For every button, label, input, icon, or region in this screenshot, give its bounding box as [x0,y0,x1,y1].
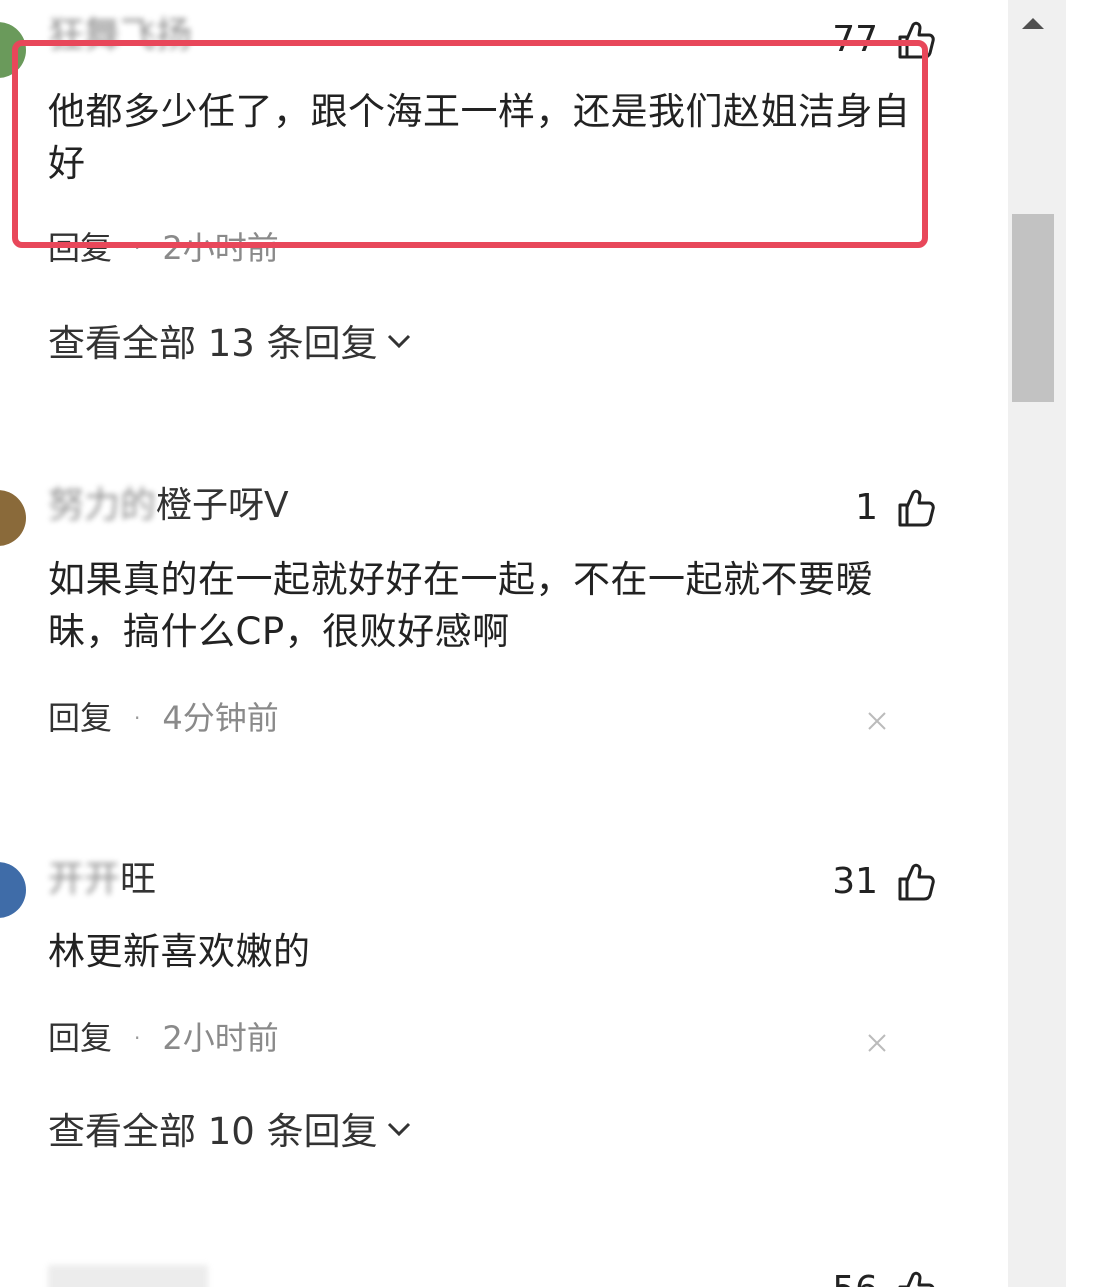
avatar[interactable] [0,490,26,546]
scrollbar-thumb[interactable] [1012,214,1054,402]
username[interactable] [48,1262,208,1287]
separator: · [134,236,141,260]
close-icon[interactable] [866,1032,888,1054]
page-margin [1066,0,1104,1287]
avatar[interactable] [0,862,26,918]
like-count: 56 [832,1268,878,1287]
comment-text: 他都多少任了，跟个海王一样，还是我们赵姐洁身自好 [48,90,911,185]
reply-button[interactable]: 回复 [48,698,112,738]
like-button[interactable]: 1 [855,486,936,530]
comment-meta: 回复 · 2小时前 [48,228,279,268]
username-visible: 飞扬 [120,15,193,56]
chevron-down-icon [384,320,414,368]
thumbs-up-icon[interactable] [896,488,936,528]
reply-button[interactable]: 回复 [48,1018,112,1058]
avatar[interactable] [0,22,26,78]
comment-meta: 回复 · 2小时前 [48,1018,279,1058]
comment-meta: 回复 · 4分钟前 [48,698,279,738]
close-icon[interactable] [866,710,888,732]
scroll-up-arrow-icon[interactable] [1022,18,1044,29]
comment-item: 56 [0,1262,960,1287]
timestamp: 2小时前 [162,1019,279,1057]
like-count: 1 [855,487,878,528]
username-visible: 旺 [120,859,157,900]
timestamp: 2小时前 [162,229,279,267]
page: 狂舞飞扬 77 他都多少任了，跟个海王一样，还是我们赵姐洁身自好 回复 · 2小… [0,0,1104,1287]
comment-text: 林更新喜欢嫩的 [48,930,311,973]
separator: · [134,706,141,730]
username[interactable]: 努力的橙子呀V [48,484,289,528]
username[interactable]: 开开旺 [48,858,156,902]
reply-button[interactable]: 回复 [48,228,112,268]
like-button[interactable]: 77 [832,18,936,62]
username-visible: 橙子呀V [156,485,289,526]
chevron-down-icon [384,1108,414,1156]
view-all-label: 查看全部 13 条回复 [48,322,378,365]
scrollbar[interactable] [1008,0,1066,1287]
like-button[interactable]: 31 [832,860,936,904]
username-blurred: 努力的 [48,485,157,526]
like-count: 77 [832,19,878,60]
comment-item: 努力的橙子呀V 1 如果真的在一起就好好在一起，不在一起就不要暧昧，搞什么CP，… [0,480,960,780]
username-blurred: 狂舞 [48,15,121,56]
comment-item: 开开旺 31 林更新喜欢嫩的 回复 · 2小时前 查看全部 10 条回复 [0,854,960,1164]
thumbs-up-icon[interactable] [896,20,936,60]
view-all-label: 查看全部 10 条回复 [48,1110,378,1153]
view-all-replies-button[interactable]: 查看全部 10 条回复 [48,1108,414,1156]
username-blurred [48,1265,208,1287]
thumbs-up-icon[interactable] [896,862,936,902]
view-all-replies-button[interactable]: 查看全部 13 条回复 [48,320,414,368]
comment-list: 狂舞飞扬 77 他都多少任了，跟个海王一样，还是我们赵姐洁身自好 回复 · 2小… [0,0,1008,1287]
comment-item: 狂舞飞扬 77 他都多少任了，跟个海王一样，还是我们赵姐洁身自好 回复 · 2小… [0,0,960,400]
like-count: 31 [832,861,878,902]
username-blurred: 开开 [48,859,121,900]
timestamp: 4分钟前 [162,699,279,737]
like-button[interactable]: 56 [832,1268,936,1287]
separator: · [134,1026,141,1050]
thumbs-up-icon[interactable] [896,1270,936,1287]
username[interactable]: 狂舞飞扬 [48,14,192,58]
comment-text: 如果真的在一起就好好在一起，不在一起就不要暧昧，搞什么CP，很败好感啊 [48,558,873,653]
